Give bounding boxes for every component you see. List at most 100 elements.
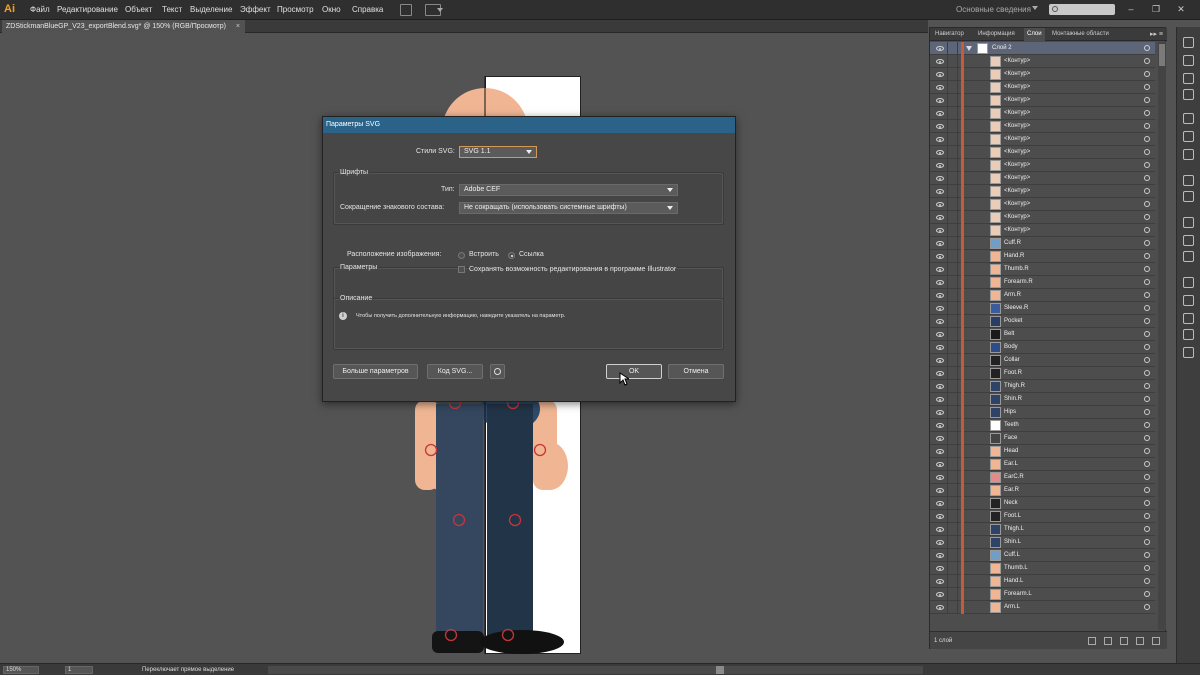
ok-button[interactable]: OK <box>606 364 662 379</box>
layer-name[interactable]: Face <box>1004 432 1017 445</box>
lock-toggle[interactable] <box>947 289 958 302</box>
horizontal-scrollbar[interactable] <box>268 666 923 674</box>
layer-name[interactable]: Arm.L <box>1004 601 1020 614</box>
eye-icon[interactable] <box>936 397 944 402</box>
layer-row[interactable]: <Контур> <box>930 172 1155 185</box>
layer-row[interactable]: Ear.L <box>930 458 1155 471</box>
transform-icon[interactable] <box>1183 313 1194 324</box>
layer-name[interactable]: Foot.R <box>1004 367 1022 380</box>
layer-row[interactable]: Teeth <box>930 419 1155 432</box>
target-icon[interactable] <box>1144 71 1150 77</box>
target-icon[interactable] <box>1144 565 1150 571</box>
scrollbar-thumb[interactable] <box>1159 44 1165 66</box>
eye-icon[interactable] <box>936 280 944 285</box>
clipping-mask-icon[interactable] <box>1104 637 1112 645</box>
layer-row[interactable]: Hips <box>930 406 1155 419</box>
layer-name[interactable]: EarC.R <box>1004 471 1024 484</box>
lock-toggle[interactable] <box>947 393 958 406</box>
lock-toggle[interactable] <box>947 419 958 432</box>
target-icon[interactable] <box>1144 539 1150 545</box>
lock-toggle[interactable] <box>947 224 958 237</box>
lock-toggle[interactable] <box>947 406 958 419</box>
gradient-icon[interactable] <box>1183 149 1194 160</box>
layer-row[interactable]: <Контур> <box>930 107 1155 120</box>
target-icon[interactable] <box>1144 318 1150 324</box>
target-icon[interactable] <box>1144 97 1150 103</box>
lock-toggle[interactable] <box>947 367 958 380</box>
eye-icon[interactable] <box>936 46 944 51</box>
layer-row[interactable]: EarC.R <box>930 471 1155 484</box>
lock-toggle[interactable] <box>947 523 958 536</box>
menu-edit[interactable]: Редактирование <box>57 0 118 20</box>
layer-row[interactable]: Face <box>930 432 1155 445</box>
layer-row[interactable]: Arm.R <box>930 289 1155 302</box>
target-icon[interactable] <box>1144 604 1150 610</box>
target-icon[interactable] <box>1144 58 1150 64</box>
eye-icon[interactable] <box>936 137 944 142</box>
target-icon[interactable] <box>1144 357 1150 363</box>
lock-toggle[interactable] <box>947 42 958 55</box>
eye-icon[interactable] <box>936 462 944 467</box>
target-icon[interactable] <box>1144 461 1150 467</box>
lock-toggle[interactable] <box>947 510 958 523</box>
menu-object[interactable]: Объект <box>125 0 152 20</box>
target-icon[interactable] <box>1144 162 1150 168</box>
new-layer-icon[interactable] <box>1136 637 1144 645</box>
trash-icon[interactable] <box>1152 637 1160 645</box>
appearance-icon[interactable] <box>1183 251 1194 262</box>
layer-row[interactable]: <Контур> <box>930 211 1155 224</box>
lock-toggle[interactable] <box>947 146 958 159</box>
layer-row[interactable]: Thumb.L <box>930 562 1155 575</box>
layer-name[interactable]: Pocket <box>1004 315 1022 328</box>
lock-toggle[interactable] <box>947 276 958 289</box>
chevron-down-icon[interactable] <box>437 8 443 12</box>
eye-icon[interactable] <box>936 371 944 376</box>
eye-icon[interactable] <box>936 358 944 363</box>
layer-name[interactable]: Ear.R <box>1004 484 1019 497</box>
eye-icon[interactable] <box>936 306 944 311</box>
eye-icon[interactable] <box>936 514 944 519</box>
target-icon[interactable] <box>1144 292 1150 298</box>
target-icon[interactable] <box>1144 279 1150 285</box>
layer-name[interactable]: Neck <box>1004 497 1018 510</box>
lock-toggle[interactable] <box>947 562 958 575</box>
eye-icon[interactable] <box>936 501 944 506</box>
eye-icon[interactable] <box>936 410 944 415</box>
eye-icon[interactable] <box>936 267 944 272</box>
layer-row[interactable]: Shin.L <box>930 536 1155 549</box>
target-icon[interactable] <box>1144 578 1150 584</box>
eye-icon[interactable] <box>936 293 944 298</box>
cancel-button[interactable]: Отмена <box>668 364 724 379</box>
lock-toggle[interactable] <box>947 354 958 367</box>
lock-toggle[interactable] <box>947 497 958 510</box>
minimize-icon[interactable]: – <box>1125 3 1137 15</box>
layer-name[interactable]: Sleeve.R <box>1004 302 1028 315</box>
eye-icon[interactable] <box>936 319 944 324</box>
target-icon[interactable] <box>1144 45 1150 51</box>
layer-row[interactable]: Hand.L <box>930 575 1155 588</box>
eye-icon[interactable] <box>936 150 944 155</box>
eye-icon[interactable] <box>936 566 944 571</box>
eye-icon[interactable] <box>936 540 944 545</box>
dialog-title[interactable]: Параметры SVG <box>323 117 735 133</box>
layer-name[interactable]: Foot.L <box>1004 510 1021 523</box>
link-radio[interactable] <box>508 252 515 259</box>
layer-row[interactable]: <Контур> <box>930 185 1155 198</box>
tab-artboards[interactable]: Монтажные области <box>1049 28 1112 41</box>
layer-name[interactable]: <Контур> <box>1004 120 1030 133</box>
layer-name[interactable]: <Контур> <box>1004 146 1030 159</box>
eye-icon[interactable] <box>936 215 944 220</box>
target-icon[interactable] <box>1144 331 1150 337</box>
menu-view[interactable]: Просмотр <box>277 0 314 20</box>
layer-name[interactable]: Shin.R <box>1004 393 1022 406</box>
layer-row[interactable]: <Контур> <box>930 55 1155 68</box>
font-type-select[interactable]: Adobe CEF <box>459 184 678 196</box>
layer-row[interactable]: <Контур> <box>930 133 1155 146</box>
eye-icon[interactable] <box>936 111 944 116</box>
layer-name[interactable]: <Контур> <box>1004 224 1030 237</box>
lock-toggle[interactable] <box>947 445 958 458</box>
layer-name[interactable]: Forearm.L <box>1004 588 1032 601</box>
layer-row[interactable]: Belt <box>930 328 1155 341</box>
eye-icon[interactable] <box>936 384 944 389</box>
layer-name[interactable]: Forearm.R <box>1004 276 1033 289</box>
